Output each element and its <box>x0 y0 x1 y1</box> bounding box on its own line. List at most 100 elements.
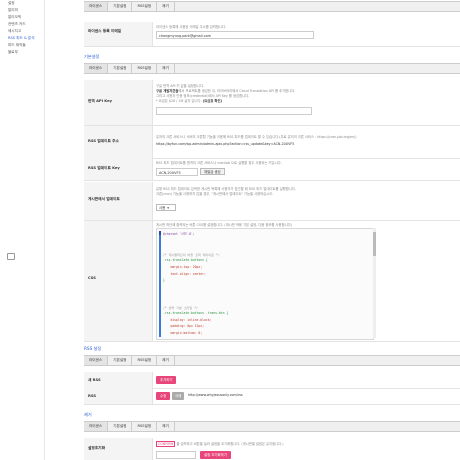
code-line: display: inline-block; <box>163 317 212 322</box>
rss-update-key-row: RSS 업데이트 Key RSS 피드 업데이트를 원격의 크론 서비스나 cr… <box>84 158 460 181</box>
tab-remove[interactable]: 제거 <box>157 356 175 365</box>
license-row: 라이센스 등록 이메일 라이센스 등록에 사용된 이메일 주소를 입력합니다. … <box>84 22 460 47</box>
license-label: 라이센스 등록 이메일 <box>88 29 122 33</box>
sidebar-item-rss[interactable]: RSS 피드 & 분석 <box>8 36 35 41</box>
tab-license[interactable]: 라이센스 <box>84 2 109 11</box>
code-line: text-align: center; <box>163 271 206 276</box>
editor-scrollbar-thumb[interactable] <box>373 232 376 256</box>
code-line: .rss-translate-buttons .trans-btn { <box>163 311 229 316</box>
code-line: margin-bottom: 0; <box>163 331 203 335</box>
css-label-cell: CSS <box>84 221 153 341</box>
editor-scrollbar[interactable] <box>373 228 376 338</box>
tab-basic[interactable]: 기본설정 <box>108 422 133 431</box>
api-key-row: 번역 API Key 구글 번역 API 키 값을 설정합니다. 구글 개발자콘… <box>84 80 460 126</box>
code-line: @charset 'UTF-8'; <box>163 232 195 236</box>
license-email-input[interactable]: chongmyung.park@gmail.com <box>156 31 314 39</box>
reset-confirm-input[interactable] <box>156 451 196 459</box>
rss-update-address-label-cell: RSS 업데이트 주소 <box>84 126 153 158</box>
remove-section-title: 제거 <box>84 412 92 417</box>
rss-item-label: RSS <box>88 394 96 398</box>
rss-item-url[interactable]: http://www.whyjesusonly.com/rss <box>188 393 243 397</box>
api-key-label: 번역 API Key <box>88 99 112 103</box>
api-key-desc-4: * 요금은 $20 / 1M 글자 입니다. (요금표 확인) <box>156 98 222 103</box>
tab-license[interactable]: 라이센스 <box>84 422 109 431</box>
api-key-desc-4-text: * 요금은 $20 / 1M 글자 입니다. <box>156 99 203 103</box>
add-rss-button[interactable]: 추가하기 <box>156 376 177 384</box>
reset-label-cell: 설정초기화 <box>84 438 153 460</box>
confirm-keyword-badge: CONFIRM <box>156 441 176 447</box>
rss-update-address-desc: 유저의 크론 서비스나 서버의 크론탭 기능을 이용해 RSS 피드를 업데이트… <box>156 135 357 139</box>
rss-update-key-input[interactable]: ACN-20UVF5 <box>156 168 198 176</box>
board-update-select-value: 사용 <box>159 206 166 210</box>
tab-license[interactable]: 라이센스 <box>84 64 109 73</box>
pricing-link[interactable]: (요금표 확인) <box>203 99 222 103</box>
new-rss-label-cell: 새 RSS <box>84 372 153 388</box>
tab-remove[interactable]: 제거 <box>157 64 175 73</box>
editor-cursor-line-marker <box>159 231 161 235</box>
api-key-label-cell: 번역 API Key <box>84 80 153 125</box>
reset-row: 설정초기화 CONFIRM 을 입력하고 버튼을 눌러 설정을 초기화합니다. … <box>84 438 460 460</box>
code-line: padding: 0px 12px; <box>163 324 204 329</box>
tab-license[interactable]: 라이센스 <box>84 356 109 365</box>
rss-update-key-label: RSS 업데이트 Key <box>88 166 120 170</box>
rss-update-key-desc: RSS 피드 업데이트를 원격의 크론 서비스나 crontab 으로 실행할 … <box>156 161 282 165</box>
code-line: /* 번역 기본 스타일 */ <box>163 305 198 310</box>
board-update-desc-2: 크론(cron) 기능을 사용하지 않을 경우, "게시판에서 업데이트" 기능… <box>156 192 274 196</box>
board-update-row: 게시판에서 업데이트 유형 RSS 피드 업데이트 입력한 게시판 목록에 사용… <box>84 182 460 221</box>
basic-section-title: 기본설정 <box>84 54 100 59</box>
css-desc: 게시판 하단에 출력되는 버튼 CSS를 설정합니다. (게시판 적용 기본 설… <box>156 223 292 227</box>
regenerate-key-button[interactable]: 재발급 생성 <box>200 168 225 175</box>
tab-basic[interactable]: 기본설정 <box>108 64 133 73</box>
code-line: /* 게시물하단의 버튼 출력 레이아웃 */ <box>163 252 220 257</box>
sidebar-item[interactable]: 설정 <box>8 1 15 6</box>
reset-label: 설정초기화 <box>88 446 105 450</box>
rss-update-key-label-cell: RSS 업데이트 Key <box>84 158 153 180</box>
tab-remove[interactable]: 제거 <box>157 422 175 431</box>
rss-section-title: RSS 설정 <box>84 346 102 351</box>
api-key-input[interactable] <box>156 107 312 115</box>
tab-rss[interactable]: RSS설정 <box>132 64 158 73</box>
delete-rss-button[interactable]: 삭제 <box>172 392 185 400</box>
tab-rss[interactable]: RSS설정 <box>132 356 158 365</box>
new-rss-label: 새 RSS <box>88 378 101 382</box>
reset-desc-text: 을 입력하고 버튼을 눌러 설정을 초기화합니다. (게시판별 설정은 유지됩니… <box>176 442 284 446</box>
rss-update-address-label: RSS 업데이트 주소 <box>88 139 119 143</box>
rss-item-row: RSS 수정 삭제 http://www.whyjesusonly.com/rs… <box>84 388 460 405</box>
code-line: .rss-translate-buttons { <box>163 258 208 263</box>
new-rss-row: 새 RSS 추가하기 <box>84 372 460 389</box>
edit-rss-button[interactable]: 수정 <box>156 392 171 400</box>
code-line: margin-top: 20px; <box>163 265 203 269</box>
tab-remove[interactable]: 제거 <box>157 2 175 11</box>
board-update-select[interactable]: 사용 ▾ <box>156 204 176 211</box>
tab-basic[interactable]: 기본설정 <box>108 356 133 365</box>
tab-bar-basic: 라이센스 기본설정 RSS설정 제거 <box>84 63 460 74</box>
sidebar-item[interactable]: 블로부 <box>8 50 18 55</box>
reset-desc: CONFIRM 을 입력하고 버튼을 눌러 설정을 초기화합니다. (게시판별 … <box>156 441 284 447</box>
sidebar-item[interactable]: 메시지고 <box>8 29 21 34</box>
reset-settings-button[interactable]: 설정 초기화하기 <box>200 451 231 459</box>
board-update-label-cell: 게시판에서 업데이트 <box>84 182 153 220</box>
sidebar-item[interactable]: 알리미 <box>8 8 18 13</box>
tab-bar-remove: 라이센스 기본설정 RSS설정 제거 <box>84 421 460 432</box>
sidebar-item[interactable]: 피드 제작들 <box>8 43 26 48</box>
sidebar: 설정 알리미 알리오픽 컨텐츠 카드 메시지고 RSS 피드 & 분석 피드 제… <box>0 0 45 460</box>
rss-update-url[interactable]: https://byfun.com/wp-admin/admin-ajax.ph… <box>156 142 294 146</box>
chevron-down-icon: ▾ <box>167 206 169 210</box>
css-label: CSS <box>88 276 96 280</box>
tab-bar-license: 라이센스 기본설정 RSS설정 제거 <box>84 1 460 12</box>
css-code-editor[interactable]: @charset 'UTF-8'; /* 게시물하단의 버튼 출력 레이아웃 */… <box>156 228 374 340</box>
tab-rss[interactable]: RSS설정 <box>132 422 158 431</box>
code-line: } <box>163 278 165 283</box>
sidebar-item[interactable]: 알리오픽 <box>8 15 21 20</box>
board-update-label: 게시판에서 업데이트 <box>88 197 120 201</box>
editor-gutter <box>159 231 161 337</box>
rss-item-label-cell: RSS <box>84 388 153 404</box>
rss-update-address-row: RSS 업데이트 주소 유저의 크론 서비스나 서버의 크론탭 기능을 이용해 … <box>84 126 460 159</box>
tab-basic[interactable]: 기본설정 <box>108 2 133 11</box>
sidebar-item[interactable]: 컨텐츠 카드 <box>8 22 26 27</box>
license-desc: 라이센스 등록에 사용된 이메일 주소를 입력합니다. <box>156 25 226 29</box>
folder-icon[interactable] <box>7 253 15 260</box>
tab-rss[interactable]: RSS설정 <box>132 2 158 11</box>
license-label-cell: 라이센스 등록 이메일 <box>84 22 153 46</box>
tab-bar-rss: 라이센스 기본설정 RSS설정 제거 <box>84 355 460 366</box>
